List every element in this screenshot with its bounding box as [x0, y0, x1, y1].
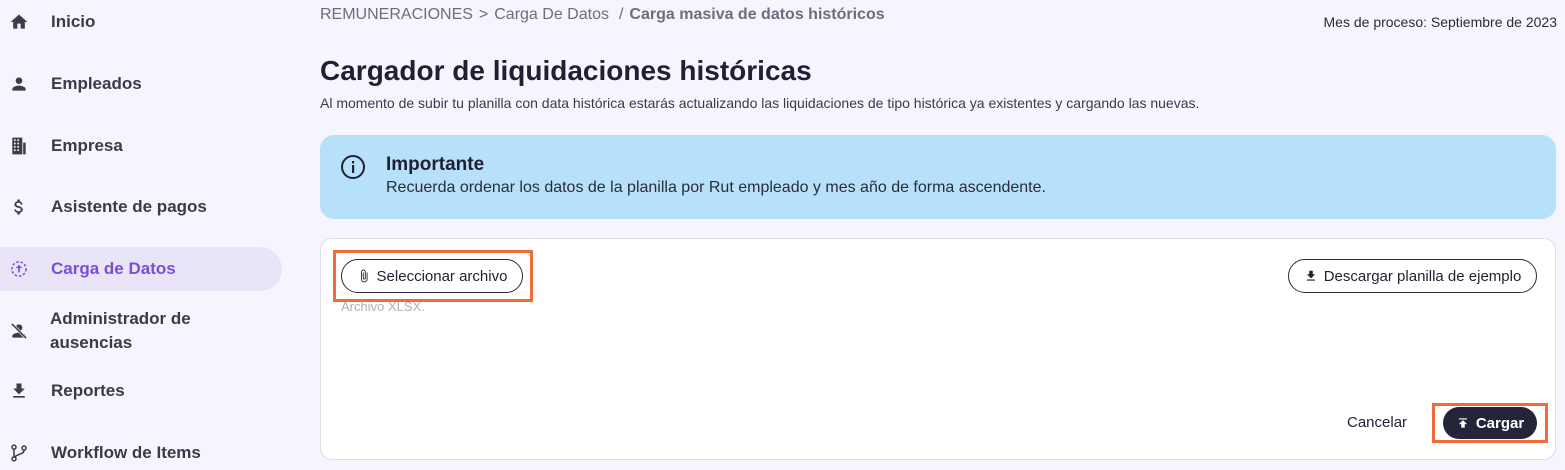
file-type-hint: Archivo XLSX. — [341, 299, 425, 314]
info-alert: Importante Recuerda ordenar los datos de… — [320, 135, 1556, 219]
upload-submit-button[interactable]: Cargar — [1443, 407, 1537, 439]
sidebar-item-reportes[interactable]: Reportes — [0, 369, 282, 413]
sidebar-item-label: Empleados — [51, 74, 142, 93]
download-template-button[interactable]: Descargar planilla de ejemplo — [1288, 259, 1537, 293]
select-file-label: Seleccionar archivo — [376, 267, 508, 285]
download-icon — [1306, 270, 1315, 281]
paperclip-icon — [360, 269, 368, 283]
breadcrumb-separator: > — [478, 6, 489, 23]
download-icon — [8, 380, 30, 402]
sidebar-item-empresa[interactable]: Empresa — [0, 124, 282, 168]
sidebar-item-workflow-de-items[interactable]: Workflow de Items — [0, 431, 282, 470]
sidebar-item-asistente-de-pagos[interactable]: Asistente de pagos — [0, 185, 282, 229]
sidebar-item-label: Reportes — [51, 381, 125, 400]
sidebar: Inicio Empleados Empresa Asistente de pa… — [0, 0, 300, 470]
home-icon — [8, 11, 30, 33]
sidebar-item-label: Workflow de Items — [51, 443, 201, 462]
breadcrumb: REMUNERACIONES > Carga De Datos / Carga … — [320, 6, 885, 24]
breadcrumb-middle[interactable]: Carga De Datos — [494, 6, 609, 24]
sidebar-item-label: Inicio — [51, 12, 96, 31]
sidebar-item-label: Administrador de ausencias — [50, 309, 191, 352]
sidebar-item-label: Empresa — [51, 136, 123, 155]
sidebar-item-label: Asistente de pagos — [51, 197, 207, 216]
person-off-icon — [8, 320, 30, 342]
breadcrumb-root[interactable]: REMUNERACIONES — [320, 6, 473, 24]
building-icon — [8, 135, 30, 157]
alert-text: Recuerda ordenar los datos de la planill… — [386, 179, 1046, 196]
alert-title: Importante — [386, 154, 485, 175]
upload-card: Seleccionar archivo Archivo XLSX. Descar… — [320, 238, 1556, 460]
download-template-label: Descargar planilla de ejemplo — [1323, 267, 1522, 285]
select-file-button[interactable]: Seleccionar archivo — [341, 259, 523, 293]
sidebar-item-empleados[interactable]: Empleados — [0, 62, 282, 106]
upload-submit-label: Cargar — [1475, 414, 1525, 432]
upload-icon — [1458, 418, 1467, 428]
sidebar-item-administrador-de-ausencias[interactable]: Administrador de ausencias — [0, 306, 282, 356]
page-title: Cargador de liquidaciones históricas — [320, 55, 812, 86]
sidebar-item-inicio[interactable]: Inicio — [0, 0, 282, 44]
sidebar-item-carga-de-datos[interactable]: Carga de Datos — [0, 247, 282, 291]
branch-icon — [8, 442, 30, 464]
breadcrumb-current: Carga masiva de datos históricos — [629, 6, 885, 23]
breadcrumb-separator: / — [618, 6, 624, 23]
process-month: Mes de proceso: Septiembre de 2023 — [1323, 14, 1557, 30]
upload-circle-icon — [8, 258, 30, 280]
sidebar-item-label: Carga de Datos — [51, 259, 176, 278]
dollar-icon — [8, 196, 30, 218]
cancel-button[interactable]: Cancelar — [1347, 414, 1407, 431]
page-subtitle: Al momento de subir tu planilla con data… — [320, 95, 1200, 111]
person-icon — [8, 73, 30, 95]
info-icon — [340, 154, 366, 180]
